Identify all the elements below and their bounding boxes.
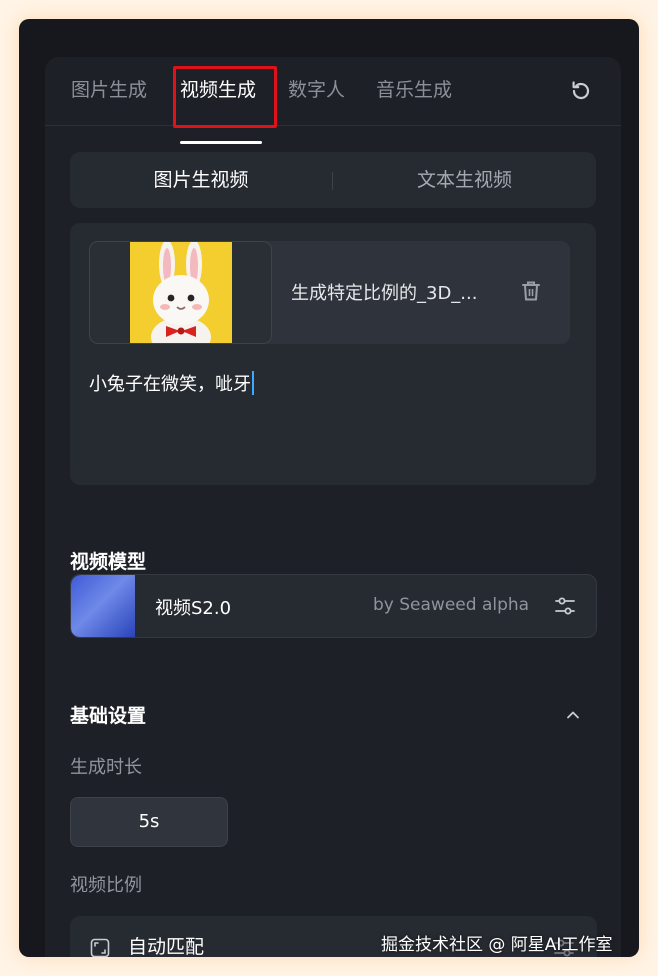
prompt-textarea[interactable]: 小兔子在微笑，呲牙: [89, 370, 254, 396]
prompt-card: 生成特定比例的_3D_... 小兔子在微笑，呲牙: [70, 223, 596, 485]
aspect-ratio-icon: [90, 938, 110, 957]
text-caret: [252, 371, 254, 395]
mode-image-to-video[interactable]: 图片生视频: [70, 152, 332, 208]
tab-image-generation[interactable]: 图片生成: [71, 77, 147, 103]
aspect-ratio-value: 自动匹配: [128, 936, 205, 957]
prompt-text: 小兔子在微笑，呲牙: [89, 374, 251, 395]
uploaded-image-name: 生成特定比例的_3D_...: [291, 283, 478, 304]
watermark: 掘金技术社区 @ 阿星AI工作室: [381, 935, 613, 955]
video-generation-panel: 图片生成 视频生成 数字人 音乐生成 图片生视频 文本生视频 生成特定比例的_3…: [45, 57, 621, 957]
uploaded-image-row: 生成特定比例的_3D_...: [89, 241, 570, 344]
tab-music-generation[interactable]: 音乐生成: [376, 77, 452, 103]
trash-icon[interactable]: [520, 279, 542, 303]
bunny-thumbnail: [130, 242, 232, 343]
model-thumbnail: [71, 575, 135, 637]
mode-text-to-video[interactable]: 文本生视频: [333, 152, 596, 208]
model-provider: by Seaweed alpha: [373, 595, 530, 615]
ratio-label: 视频比例: [70, 875, 142, 896]
image-thumbnail-frame[interactable]: [89, 241, 272, 344]
model-selector[interactable]: 视频S2.0 by Seaweed alpha: [70, 574, 597, 638]
tab-digital-human[interactable]: 数字人: [288, 77, 345, 103]
refresh-icon[interactable]: [569, 79, 593, 103]
tab-highlight-box: [173, 66, 277, 128]
chevron-up-icon[interactable]: [565, 707, 581, 723]
model-name: 视频S2.0: [155, 598, 232, 619]
video-model-heading: 视频模型: [70, 551, 147, 573]
duration-option-5s[interactable]: 5s: [70, 797, 228, 847]
basic-settings-heading: 基础设置: [70, 705, 147, 727]
bunny-illustration-icon: [151, 242, 211, 343]
generation-tabs: 图片生成 视频生成 数字人 音乐生成: [45, 57, 621, 126]
mode-switch: 图片生视频 文本生视频: [70, 152, 596, 208]
duration-label: 生成时长: [70, 757, 142, 778]
active-tab-underline: [180, 141, 262, 144]
app-window: 图片生成 视频生成 数字人 音乐生成 图片生视频 文本生视频 生成特定比例的_3…: [19, 19, 639, 957]
settings-sliders-icon[interactable]: [553, 594, 577, 618]
